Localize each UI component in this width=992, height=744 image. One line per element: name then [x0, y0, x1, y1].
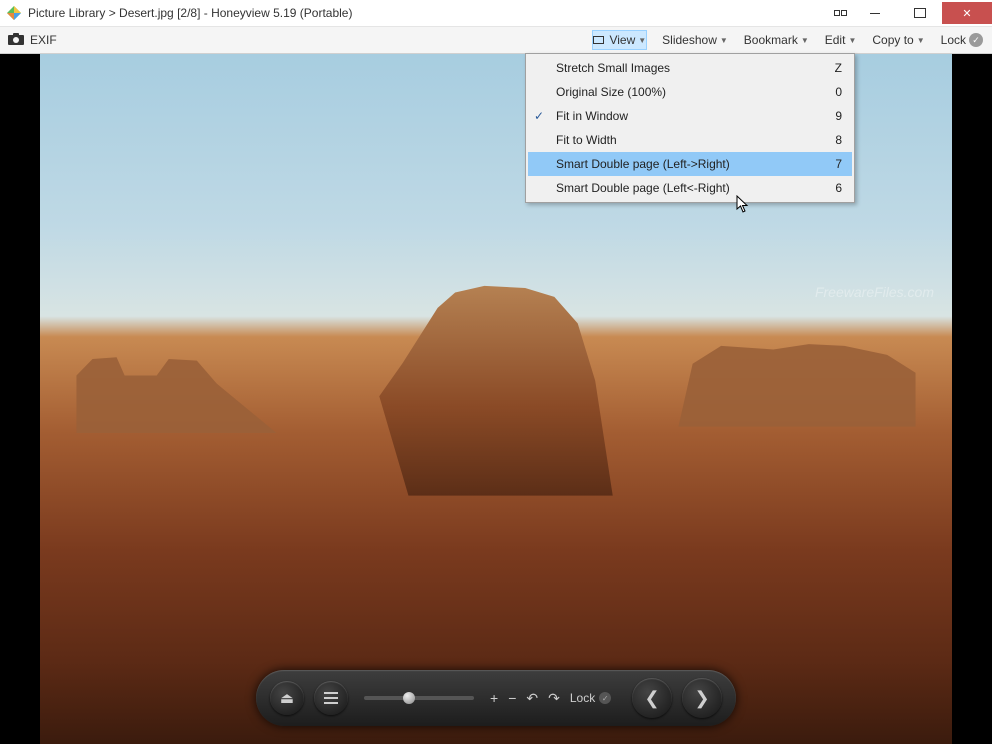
bookmark-menu[interactable]: Bookmark▼ [743, 30, 810, 50]
check-circle-icon: ✓ [969, 33, 983, 47]
rotate-left-button[interactable]: ↶ [526, 690, 538, 707]
window-controls [828, 0, 992, 26]
eject-button[interactable]: ⏏ [270, 681, 304, 715]
zoom-out-button[interactable]: − [508, 690, 516, 706]
chevron-down-icon: ▼ [720, 36, 728, 45]
list-button[interactable] [314, 681, 348, 715]
minimize-button[interactable] [852, 2, 897, 24]
slideshow-menu[interactable]: Slideshow▼ [661, 30, 729, 50]
zoom-controls: + − ↶ ↷ [490, 690, 560, 707]
chevron-down-icon: ▼ [801, 36, 809, 45]
close-button[interactable] [942, 2, 992, 24]
menu-label: Stretch Small Images [556, 61, 670, 75]
slideshow-label: Slideshow [662, 33, 717, 47]
menu-label: Fit to Width [556, 133, 617, 147]
bookmark-label: Bookmark [744, 33, 798, 47]
menu-item-stretch[interactable]: Stretch Small Images Z [528, 56, 852, 80]
copyto-label: Copy to [872, 33, 913, 47]
toolbar: EXIF View▼ Slideshow▼ Bookmark▼ Edit▼ Co… [0, 27, 992, 54]
edit-menu[interactable]: Edit▼ [824, 30, 858, 50]
chevron-down-icon: ▼ [848, 36, 856, 45]
titlebar: Picture Library > Desert.jpg [2/8] - Hon… [0, 0, 992, 27]
copyto-menu[interactable]: Copy to ▼ [871, 30, 925, 50]
player-controls: ⏏ + − ↶ ↷ Lock ✓ ❮ ❯ [256, 670, 736, 726]
dual-window-icon[interactable] [828, 2, 852, 24]
next-button[interactable]: ❯ [682, 678, 722, 718]
slider-thumb[interactable] [403, 692, 415, 704]
view-menu[interactable]: View▼ [592, 30, 647, 50]
shortcut: Z [835, 61, 842, 75]
menu-item-fit-width[interactable]: Fit to Width 8 [528, 128, 852, 152]
watermark: FreewareFiles.com [815, 284, 934, 300]
view-mode-icon [593, 36, 604, 44]
maximize-button[interactable] [897, 2, 942, 24]
edit-label: Edit [825, 33, 846, 47]
chevron-down-icon: ▼ [917, 36, 925, 45]
prev-button[interactable]: ❮ [632, 678, 672, 718]
menu-item-original[interactable]: Original Size (100%) 0 [528, 80, 852, 104]
lock-menu[interactable]: Lock✓ [940, 30, 984, 50]
menu-item-double-rl[interactable]: Smart Double page (Left<-Right) 6 [528, 176, 852, 200]
shortcut: 6 [835, 181, 842, 195]
menu-label: Smart Double page (Left<-Right) [556, 181, 730, 195]
shortcut: 7 [835, 157, 842, 171]
chevron-down-icon: ▼ [638, 36, 646, 45]
lock-label: Lock [941, 33, 966, 47]
exif-button[interactable]: EXIF [30, 33, 57, 47]
view-dropdown: Stretch Small Images Z Original Size (100… [525, 53, 855, 203]
check-icon: ✓ [534, 109, 544, 123]
menu-item-double-lr[interactable]: Smart Double page (Left->Right) 7 [528, 152, 852, 176]
app-icon [6, 5, 22, 21]
shortcut: 0 [835, 85, 842, 99]
window-title: Picture Library > Desert.jpg [2/8] - Hon… [28, 6, 828, 20]
lock-toggle[interactable]: Lock ✓ [570, 691, 611, 705]
menu-label: Fit in Window [556, 109, 628, 123]
shortcut: 8 [835, 133, 842, 147]
toolbar-right: View▼ Slideshow▼ Bookmark▼ Edit▼ Copy to… [592, 30, 984, 50]
camera-icon[interactable] [8, 32, 24, 48]
shortcut: 9 [835, 109, 842, 123]
toolbar-left: EXIF [8, 32, 57, 48]
zoom-in-button[interactable]: + [490, 690, 498, 706]
check-circle-icon: ✓ [599, 692, 611, 704]
lock-mini-label: Lock [570, 691, 595, 705]
zoom-slider[interactable] [364, 696, 474, 700]
menu-label: Smart Double page (Left->Right) [556, 157, 730, 171]
menu-item-fit-window[interactable]: ✓ Fit in Window 9 [528, 104, 852, 128]
rotate-right-button[interactable]: ↷ [548, 690, 560, 707]
menu-label: Original Size (100%) [556, 85, 666, 99]
view-label: View [609, 33, 635, 47]
